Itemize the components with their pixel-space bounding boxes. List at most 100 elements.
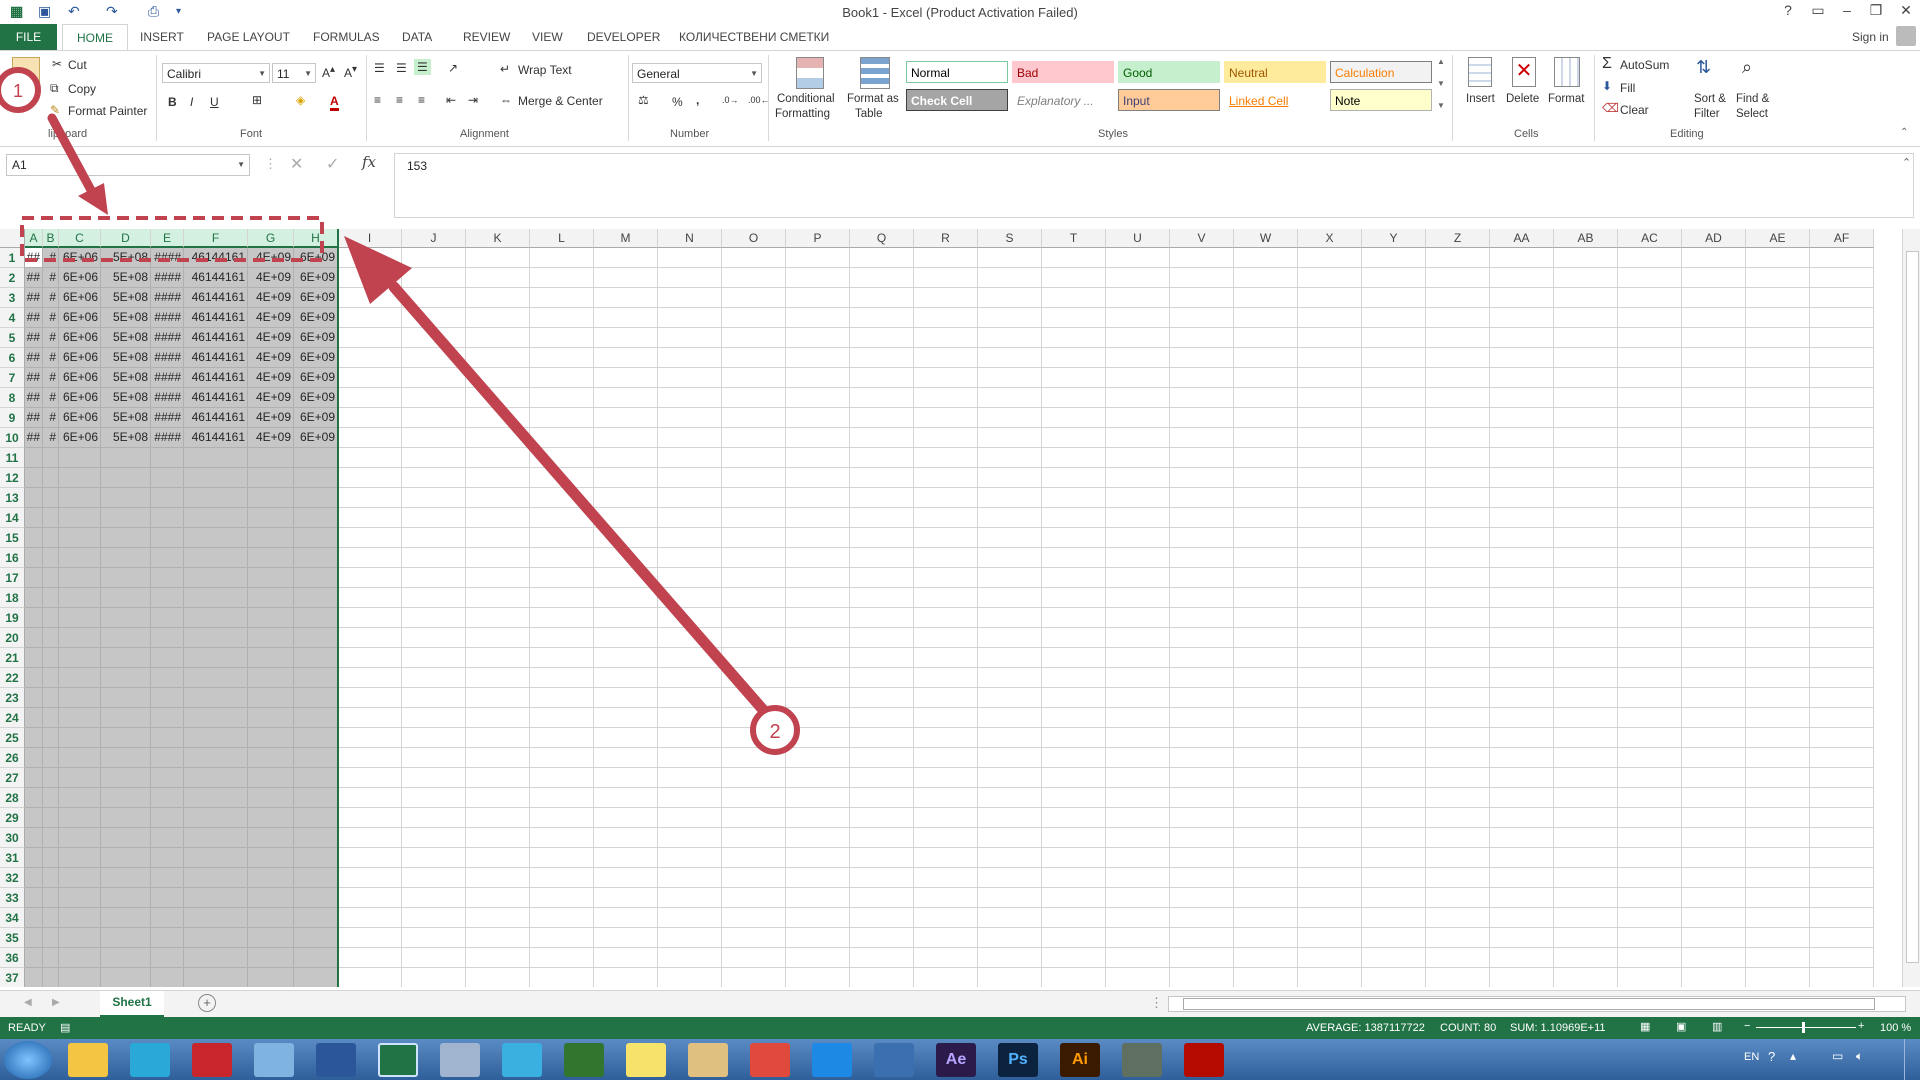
worksheet-grid[interactable]: A B C D E F G H I J K L M N O P Q R S T U V W X Y Z AA AB AC AD AE AF 1 #… <box>0 229 1902 987</box>
table-cell[interactable] <box>530 748 594 768</box>
table-cell[interactable] <box>294 628 338 648</box>
table-cell[interactable] <box>658 648 722 668</box>
table-cell[interactable] <box>402 868 466 888</box>
table-cell[interactable] <box>1618 628 1682 648</box>
table-cell[interactable] <box>402 328 466 348</box>
table-cell[interactable] <box>184 928 248 948</box>
table-cell[interactable] <box>151 628 184 648</box>
table-cell[interactable] <box>402 848 466 868</box>
table-cell[interactable] <box>658 768 722 788</box>
table-cell[interactable] <box>1618 448 1682 468</box>
table-cell[interactable] <box>594 468 658 488</box>
table-cell[interactable] <box>914 748 978 768</box>
table-cell[interactable] <box>1682 488 1746 508</box>
table-cell[interactable]: # <box>43 328 59 348</box>
horizontal-scroll-thumb[interactable] <box>1183 998 1875 1010</box>
table-cell[interactable] <box>59 468 101 488</box>
table-cell[interactable] <box>1682 748 1746 768</box>
table-cell[interactable] <box>914 588 978 608</box>
table-cell[interactable] <box>25 628 43 648</box>
word-app-icon[interactable] <box>316 1043 356 1077</box>
table-cell[interactable] <box>722 328 786 348</box>
table-cell[interactable] <box>530 308 594 328</box>
table-cell[interactable] <box>978 888 1042 908</box>
table-cell[interactable] <box>184 588 248 608</box>
table-cell[interactable] <box>1298 588 1362 608</box>
table-cell[interactable] <box>25 888 43 908</box>
table-cell[interactable] <box>1298 828 1362 848</box>
table-cell[interactable] <box>1170 328 1234 348</box>
table-cell[interactable] <box>59 768 101 788</box>
table-cell[interactable] <box>978 628 1042 648</box>
table-cell[interactable] <box>1618 948 1682 968</box>
table-cell[interactable] <box>914 668 978 688</box>
table-cell[interactable] <box>722 888 786 908</box>
table-cell[interactable] <box>786 308 850 328</box>
row-header[interactable]: 34 <box>0 908 25 928</box>
table-cell[interactable] <box>338 928 402 948</box>
table-cell[interactable]: # <box>43 308 59 328</box>
zoom-slider-thumb[interactable] <box>1802 1022 1805 1033</box>
table-cell[interactable] <box>722 448 786 468</box>
table-cell[interactable] <box>1682 788 1746 808</box>
table-cell[interactable] <box>530 948 594 968</box>
table-cell[interactable] <box>1362 508 1426 528</box>
table-cell[interactable] <box>59 848 101 868</box>
table-cell[interactable] <box>25 708 43 728</box>
cell-style-check-cell[interactable]: Check Cell <box>906 89 1008 111</box>
table-cell[interactable]: 4E+09 <box>248 428 294 448</box>
tab-custom[interactable]: КОЛИЧЕСТВЕНИ СМЕТКИ <box>679 30 829 44</box>
table-cell[interactable] <box>59 448 101 468</box>
table-cell[interactable] <box>151 808 184 828</box>
table-cell[interactable] <box>530 648 594 668</box>
table-cell[interactable] <box>25 608 43 628</box>
tab-file[interactable]: FILE <box>0 24 57 50</box>
table-cell[interactable] <box>43 828 59 848</box>
table-cell[interactable] <box>658 928 722 948</box>
table-cell[interactable] <box>1682 568 1746 588</box>
table-cell[interactable] <box>1746 648 1810 668</box>
table-cell[interactable] <box>294 448 338 468</box>
table-cell[interactable] <box>658 908 722 928</box>
table-cell[interactable] <box>184 648 248 668</box>
align-center-icon[interactable]: ≡ <box>396 93 403 107</box>
table-cell[interactable] <box>1682 548 1746 568</box>
table-cell[interactable] <box>722 408 786 428</box>
fill-color-icon[interactable]: ◈ <box>296 93 305 107</box>
table-cell[interactable] <box>1106 828 1170 848</box>
table-cell[interactable] <box>101 688 151 708</box>
table-cell[interactable] <box>1490 808 1554 828</box>
table-cell[interactable] <box>466 268 530 288</box>
table-cell[interactable] <box>594 788 658 808</box>
table-cell[interactable]: 46144161 <box>184 248 248 268</box>
table-cell[interactable] <box>248 708 294 728</box>
table-cell[interactable] <box>530 328 594 348</box>
table-cell[interactable] <box>101 568 151 588</box>
table-cell[interactable] <box>914 288 978 308</box>
table-cell[interactable] <box>1362 328 1426 348</box>
table-cell[interactable] <box>43 908 59 928</box>
table-cell[interactable] <box>151 748 184 768</box>
table-cell[interactable] <box>1810 288 1874 308</box>
table-cell[interactable] <box>1042 368 1106 388</box>
table-cell[interactable] <box>248 788 294 808</box>
row-header[interactable]: 22 <box>0 668 25 688</box>
table-cell[interactable] <box>402 948 466 968</box>
table-cell[interactable] <box>658 268 722 288</box>
sheet-tab-sheet1[interactable]: Sheet1 <box>100 991 164 1018</box>
table-cell[interactable] <box>294 768 338 788</box>
table-cell[interactable] <box>1042 928 1106 948</box>
table-cell[interactable] <box>1170 848 1234 868</box>
table-cell[interactable] <box>722 568 786 588</box>
column-header-w[interactable]: W <box>1234 229 1298 248</box>
delete-cells-icon[interactable]: ✕ <box>1512 57 1536 87</box>
table-cell[interactable] <box>978 348 1042 368</box>
table-cell[interactable] <box>466 568 530 588</box>
table-cell[interactable] <box>722 388 786 408</box>
table-cell[interactable] <box>1170 268 1234 288</box>
find-select-icon[interactable]: ⌕ <box>1742 57 1752 78</box>
table-cell[interactable] <box>338 528 402 548</box>
table-cell[interactable] <box>914 508 978 528</box>
table-cell[interactable] <box>1810 248 1874 268</box>
table-cell[interactable] <box>1618 368 1682 388</box>
